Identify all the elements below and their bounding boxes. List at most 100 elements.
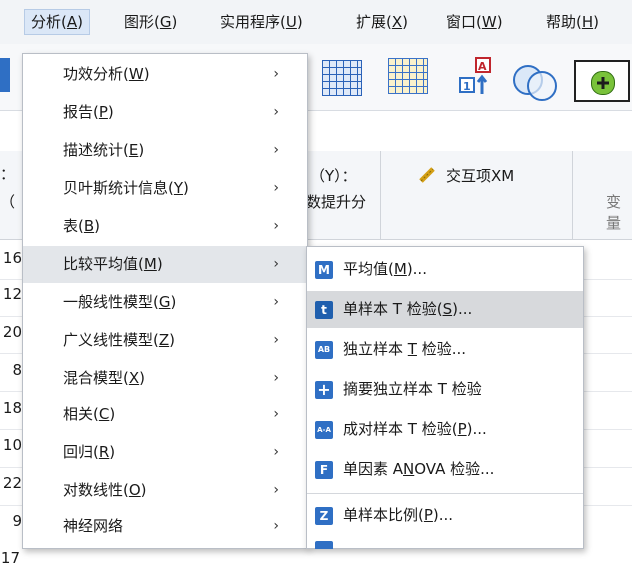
- means-icon: M: [315, 261, 333, 279]
- menu-label: 图形(: [124, 13, 160, 31]
- menu-item-regression[interactable]: 回归(R) ›: [23, 434, 307, 471]
- anova-icon: F: [315, 461, 333, 479]
- column-header-y-line1[interactable]: （Y）：: [310, 165, 357, 186]
- menu-separator: [307, 493, 583, 494]
- menu-extensions[interactable]: 扩展(X): [350, 10, 414, 34]
- item-label: 一般线性模型(G): [63, 293, 177, 311]
- data-grid-icon[interactable]: [322, 60, 362, 96]
- column-divider: [380, 151, 381, 239]
- menu-key: X: [391, 13, 403, 31]
- cell-value[interactable]: 17: [0, 549, 20, 567]
- t-test-icon: t: [315, 301, 333, 319]
- cell-value[interactable]: 10: [0, 436, 22, 454]
- chevron-right-icon: ›: [273, 406, 279, 422]
- menu-analyze[interactable]: 分析(A): [24, 9, 90, 35]
- cell-value[interactable]: 18: [0, 399, 22, 417]
- cell-value[interactable]: 20: [0, 323, 22, 341]
- item-label: 描述统计(E): [63, 141, 145, 159]
- menu-item-mixed-models[interactable]: 混合模型(X) ›: [23, 360, 307, 397]
- menu-item-one-sample-t-test[interactable]: t 单样本 T 检验(S)...: [307, 291, 583, 328]
- partial-toolbar-icon[interactable]: [0, 58, 10, 92]
- menu-item-paired-samples-t-test[interactable]: A-A 成对样本 T 检验(P)...: [307, 411, 583, 448]
- column-header-interaction[interactable]: 交互项XM: [446, 165, 514, 186]
- item-label: 独立样本 T 检验...: [343, 340, 467, 358]
- svg-text:1: 1: [463, 80, 471, 93]
- cell-value[interactable]: 8: [0, 361, 22, 379]
- analyze-menu: 功效分析(W) › 报告(P) › 描述统计(E) › 贝叶斯统计信息(Y) ›…: [22, 53, 308, 549]
- menu-item-means[interactable]: M 平均值(M)...: [307, 251, 583, 288]
- variable-grid-icon[interactable]: [388, 58, 428, 94]
- menu-key: W: [481, 13, 497, 31]
- item-label: 摘要独立样本 T 检验: [343, 380, 482, 398]
- chevron-right-icon: ›: [273, 256, 279, 272]
- chevron-right-icon: ›: [273, 370, 279, 386]
- cell-value[interactable]: 16: [0, 249, 22, 267]
- chevron-right-icon: ›: [273, 518, 279, 534]
- column-header-variable[interactable]: 变量: [606, 191, 632, 233]
- ruler-pencil-icon: [418, 164, 438, 184]
- menubar: 分析(A) 图形(G) 实用程序(U) 扩展(X) 窗口(W) 帮助(H): [0, 0, 632, 45]
- plus-circle-icon: [591, 71, 615, 95]
- menu-window[interactable]: 窗口(W): [440, 10, 509, 34]
- menu-tail: ): [77, 13, 83, 31]
- menu-label: 窗口(: [446, 13, 482, 31]
- menu-item-descriptive-statistics[interactable]: 描述统计(E) ›: [23, 132, 307, 169]
- menu-item-summary-independent-t-test[interactable]: + 摘要独立样本 T 检验: [307, 371, 583, 408]
- cell-value[interactable]: 12: [0, 285, 22, 303]
- cell-value[interactable]: 22: [0, 474, 22, 492]
- menu-item-tables[interactable]: 表(B) ›: [23, 208, 307, 245]
- menu-item-loglinear[interactable]: 对数线性(O) ›: [23, 472, 307, 509]
- menu-tail: ): [402, 13, 408, 31]
- menu-label: 帮助(: [546, 13, 582, 31]
- column-divider: [572, 151, 573, 239]
- chevron-right-icon: ›: [273, 180, 279, 196]
- add-case-icon[interactable]: [574, 60, 630, 102]
- item-label: 对数线性(O): [63, 481, 147, 499]
- column-header-fragment-1: ：: [0, 165, 16, 183]
- menu-graphs[interactable]: 图形(G): [118, 10, 183, 34]
- item-label: 比较平均值(M): [63, 255, 163, 273]
- chevron-right-icon: ›: [273, 294, 279, 310]
- menu-help[interactable]: 帮助(H): [540, 10, 605, 34]
- menu-item-general-linear-model[interactable]: 一般线性模型(G) ›: [23, 284, 307, 321]
- column-header-fragment-2: （: [0, 193, 16, 211]
- proportions-icon: Z: [315, 507, 333, 525]
- item-label: 成对样本 T 检验(P)...: [343, 420, 487, 438]
- menu-item-power-analysis[interactable]: 功效分析(W) ›: [23, 56, 307, 93]
- independent-samples-icon: AB: [315, 341, 333, 359]
- menu-item-one-way-anova[interactable]: F 单因素 ANOVA 检验...: [307, 451, 583, 488]
- cell-value[interactable]: 9: [0, 512, 22, 530]
- menu-label: 实用程序(: [220, 13, 286, 31]
- venn-icon[interactable]: [510, 62, 562, 102]
- menu-item-compare-means[interactable]: 比较平均值(M) ›: [23, 246, 307, 283]
- menu-item-reports[interactable]: 报告(P) ›: [23, 94, 307, 131]
- item-label: 相关(C): [63, 405, 116, 423]
- chevron-right-icon: ›: [273, 332, 279, 348]
- chevron-right-icon: ›: [273, 482, 279, 498]
- menu-key: U: [285, 13, 297, 31]
- item-label: 单因素 ANOVA 检验...: [343, 460, 495, 478]
- menu-label: 扩展(: [356, 13, 392, 31]
- menu-utilities[interactable]: 实用程序(U): [214, 10, 309, 34]
- item-label: 报告(P): [63, 103, 114, 121]
- partial-menu-icon: [315, 541, 333, 549]
- chevron-right-icon: ›: [273, 142, 279, 158]
- menu-item-neural-networks[interactable]: 神经网络 ›: [23, 508, 307, 545]
- menu-item-correlate[interactable]: 相关(C) ›: [23, 396, 307, 433]
- chevron-right-icon: ›: [273, 444, 279, 460]
- item-label: 平均值(M)...: [343, 260, 427, 278]
- item-label: 功效分析(W): [63, 65, 150, 83]
- item-label: 单样本比例(P)...: [343, 506, 454, 524]
- sort-cases-icon[interactable]: A 1: [458, 56, 500, 98]
- item-label: 广义线性模型(Z): [63, 331, 175, 349]
- column-header-y-line2[interactable]: 数提升分: [306, 191, 366, 212]
- chevron-right-icon: ›: [273, 218, 279, 234]
- menu-item-bayesian-statistics[interactable]: 贝叶斯统计信息(Y) ›: [23, 170, 307, 207]
- menu-tail: ): [171, 13, 178, 31]
- item-label: 贝叶斯统计信息(Y): [63, 179, 189, 197]
- menu-item-generalized-linear-models[interactable]: 广义线性模型(Z) ›: [23, 322, 307, 359]
- item-label: 单样本 T 检验(S)...: [343, 300, 473, 318]
- menu-item-one-sample-proportions[interactable]: Z 单样本比例(P)...: [307, 497, 583, 534]
- menu-item-independent-samples-t-test[interactable]: AB 独立样本 T 检验...: [307, 331, 583, 368]
- item-label: 混合模型(X): [63, 369, 145, 387]
